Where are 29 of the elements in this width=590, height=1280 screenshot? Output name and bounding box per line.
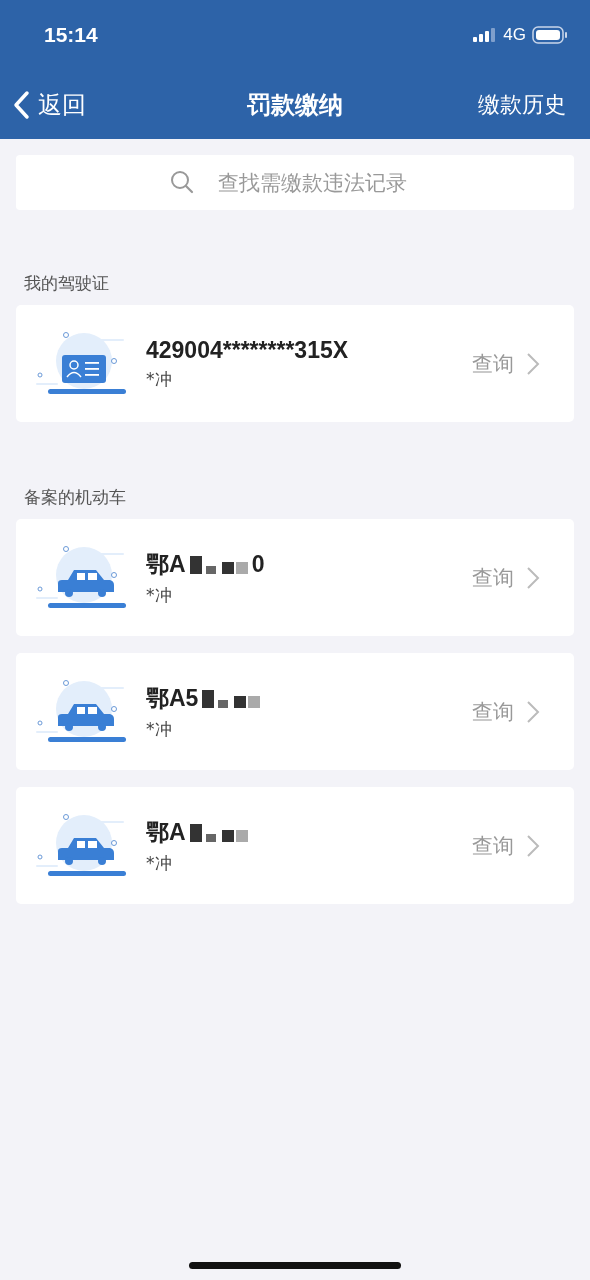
list-card[interactable]: 鄂A5 *冲 查询 bbox=[16, 653, 574, 770]
owner-name: *冲 bbox=[146, 367, 173, 391]
chevron-left-icon bbox=[12, 89, 30, 120]
search-icon bbox=[170, 170, 194, 194]
chevron-right-icon bbox=[526, 565, 540, 590]
record-number: 鄂A5 bbox=[146, 683, 199, 713]
record-number: 429004********315X bbox=[146, 336, 349, 364]
record-number-end: 0 bbox=[251, 550, 265, 578]
section-title: 备案的机动车 bbox=[24, 486, 127, 509]
payment-history-button[interactable]: 缴款历史 bbox=[478, 89, 566, 120]
owner-name: *冲 bbox=[146, 717, 173, 741]
record-number: 鄂A bbox=[146, 817, 186, 847]
status-time: 15:14 bbox=[44, 23, 98, 47]
signal-icon bbox=[473, 28, 498, 42]
list-card[interactable]: 鄂A 0 *冲 查询 bbox=[16, 519, 574, 636]
record-number: 鄂A bbox=[146, 549, 186, 579]
section-title: 我的驾驶证 bbox=[24, 272, 110, 295]
back-button[interactable]: 返回 bbox=[12, 88, 86, 121]
owner-name: *冲 bbox=[146, 851, 173, 875]
list-card[interactable]: 429004********315X *冲 查询 bbox=[16, 305, 574, 422]
chevron-right-icon bbox=[526, 833, 540, 858]
list-card[interactable]: 鄂A *冲 查询 bbox=[16, 787, 574, 904]
network-label: 4G bbox=[503, 25, 526, 45]
page-title: 罚款缴纳 bbox=[247, 89, 343, 121]
owner-name: *冲 bbox=[146, 583, 173, 607]
search-field[interactable]: 查找需缴款违法记录 bbox=[16, 155, 574, 210]
chevron-right-icon bbox=[526, 351, 540, 376]
chevron-right-icon bbox=[526, 699, 540, 724]
battery-icon bbox=[532, 26, 568, 44]
